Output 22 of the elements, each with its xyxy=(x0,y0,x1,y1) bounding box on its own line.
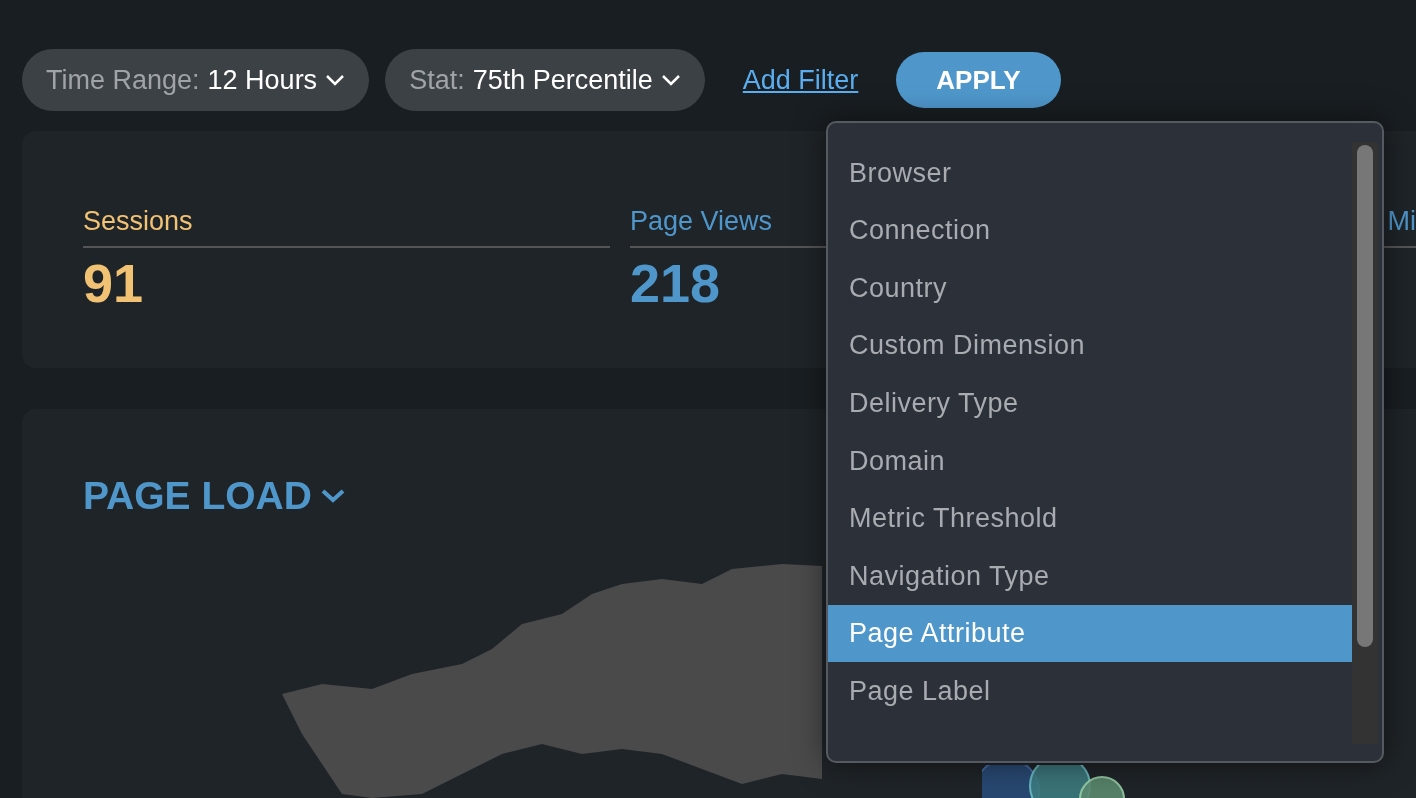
menu-item[interactable]: Browser xyxy=(828,144,1354,202)
menu-item[interactable]: Metric Threshold xyxy=(828,489,1354,548)
apply-button[interactable]: APPLY xyxy=(896,52,1061,108)
add-filter-link[interactable]: Add Filter xyxy=(742,59,859,101)
stat-label: Sessions xyxy=(83,201,610,248)
menu-item[interactable]: Page Label xyxy=(828,662,1354,720)
chevron-down-icon xyxy=(660,74,681,86)
menu-item[interactable]: Domain xyxy=(828,431,1354,490)
stat-value: 218 xyxy=(630,251,721,315)
scrollbar-thumb[interactable] xyxy=(1357,145,1373,647)
menu-item[interactable]: Page Attribute xyxy=(828,604,1354,663)
chevron-down-icon xyxy=(319,488,346,505)
panel-title[interactable]: PAGE LOAD xyxy=(83,467,312,526)
menu-item[interactable]: Navigation Type xyxy=(828,547,1354,605)
scrollbar-track[interactable] xyxy=(1352,142,1378,744)
menu-item[interactable]: Custom Dimension xyxy=(828,316,1354,375)
filter-dropdown-button[interactable]: Stat: 75th Percentile xyxy=(385,49,705,111)
menu-item[interactable]: Delivery Type xyxy=(828,374,1354,432)
menu-item[interactable]: Country xyxy=(828,259,1354,317)
stat-value: 91 xyxy=(83,251,144,315)
chevron-down-icon xyxy=(325,74,346,86)
filter-dropdown-button[interactable]: Time Range: 12 Hours xyxy=(22,49,370,111)
